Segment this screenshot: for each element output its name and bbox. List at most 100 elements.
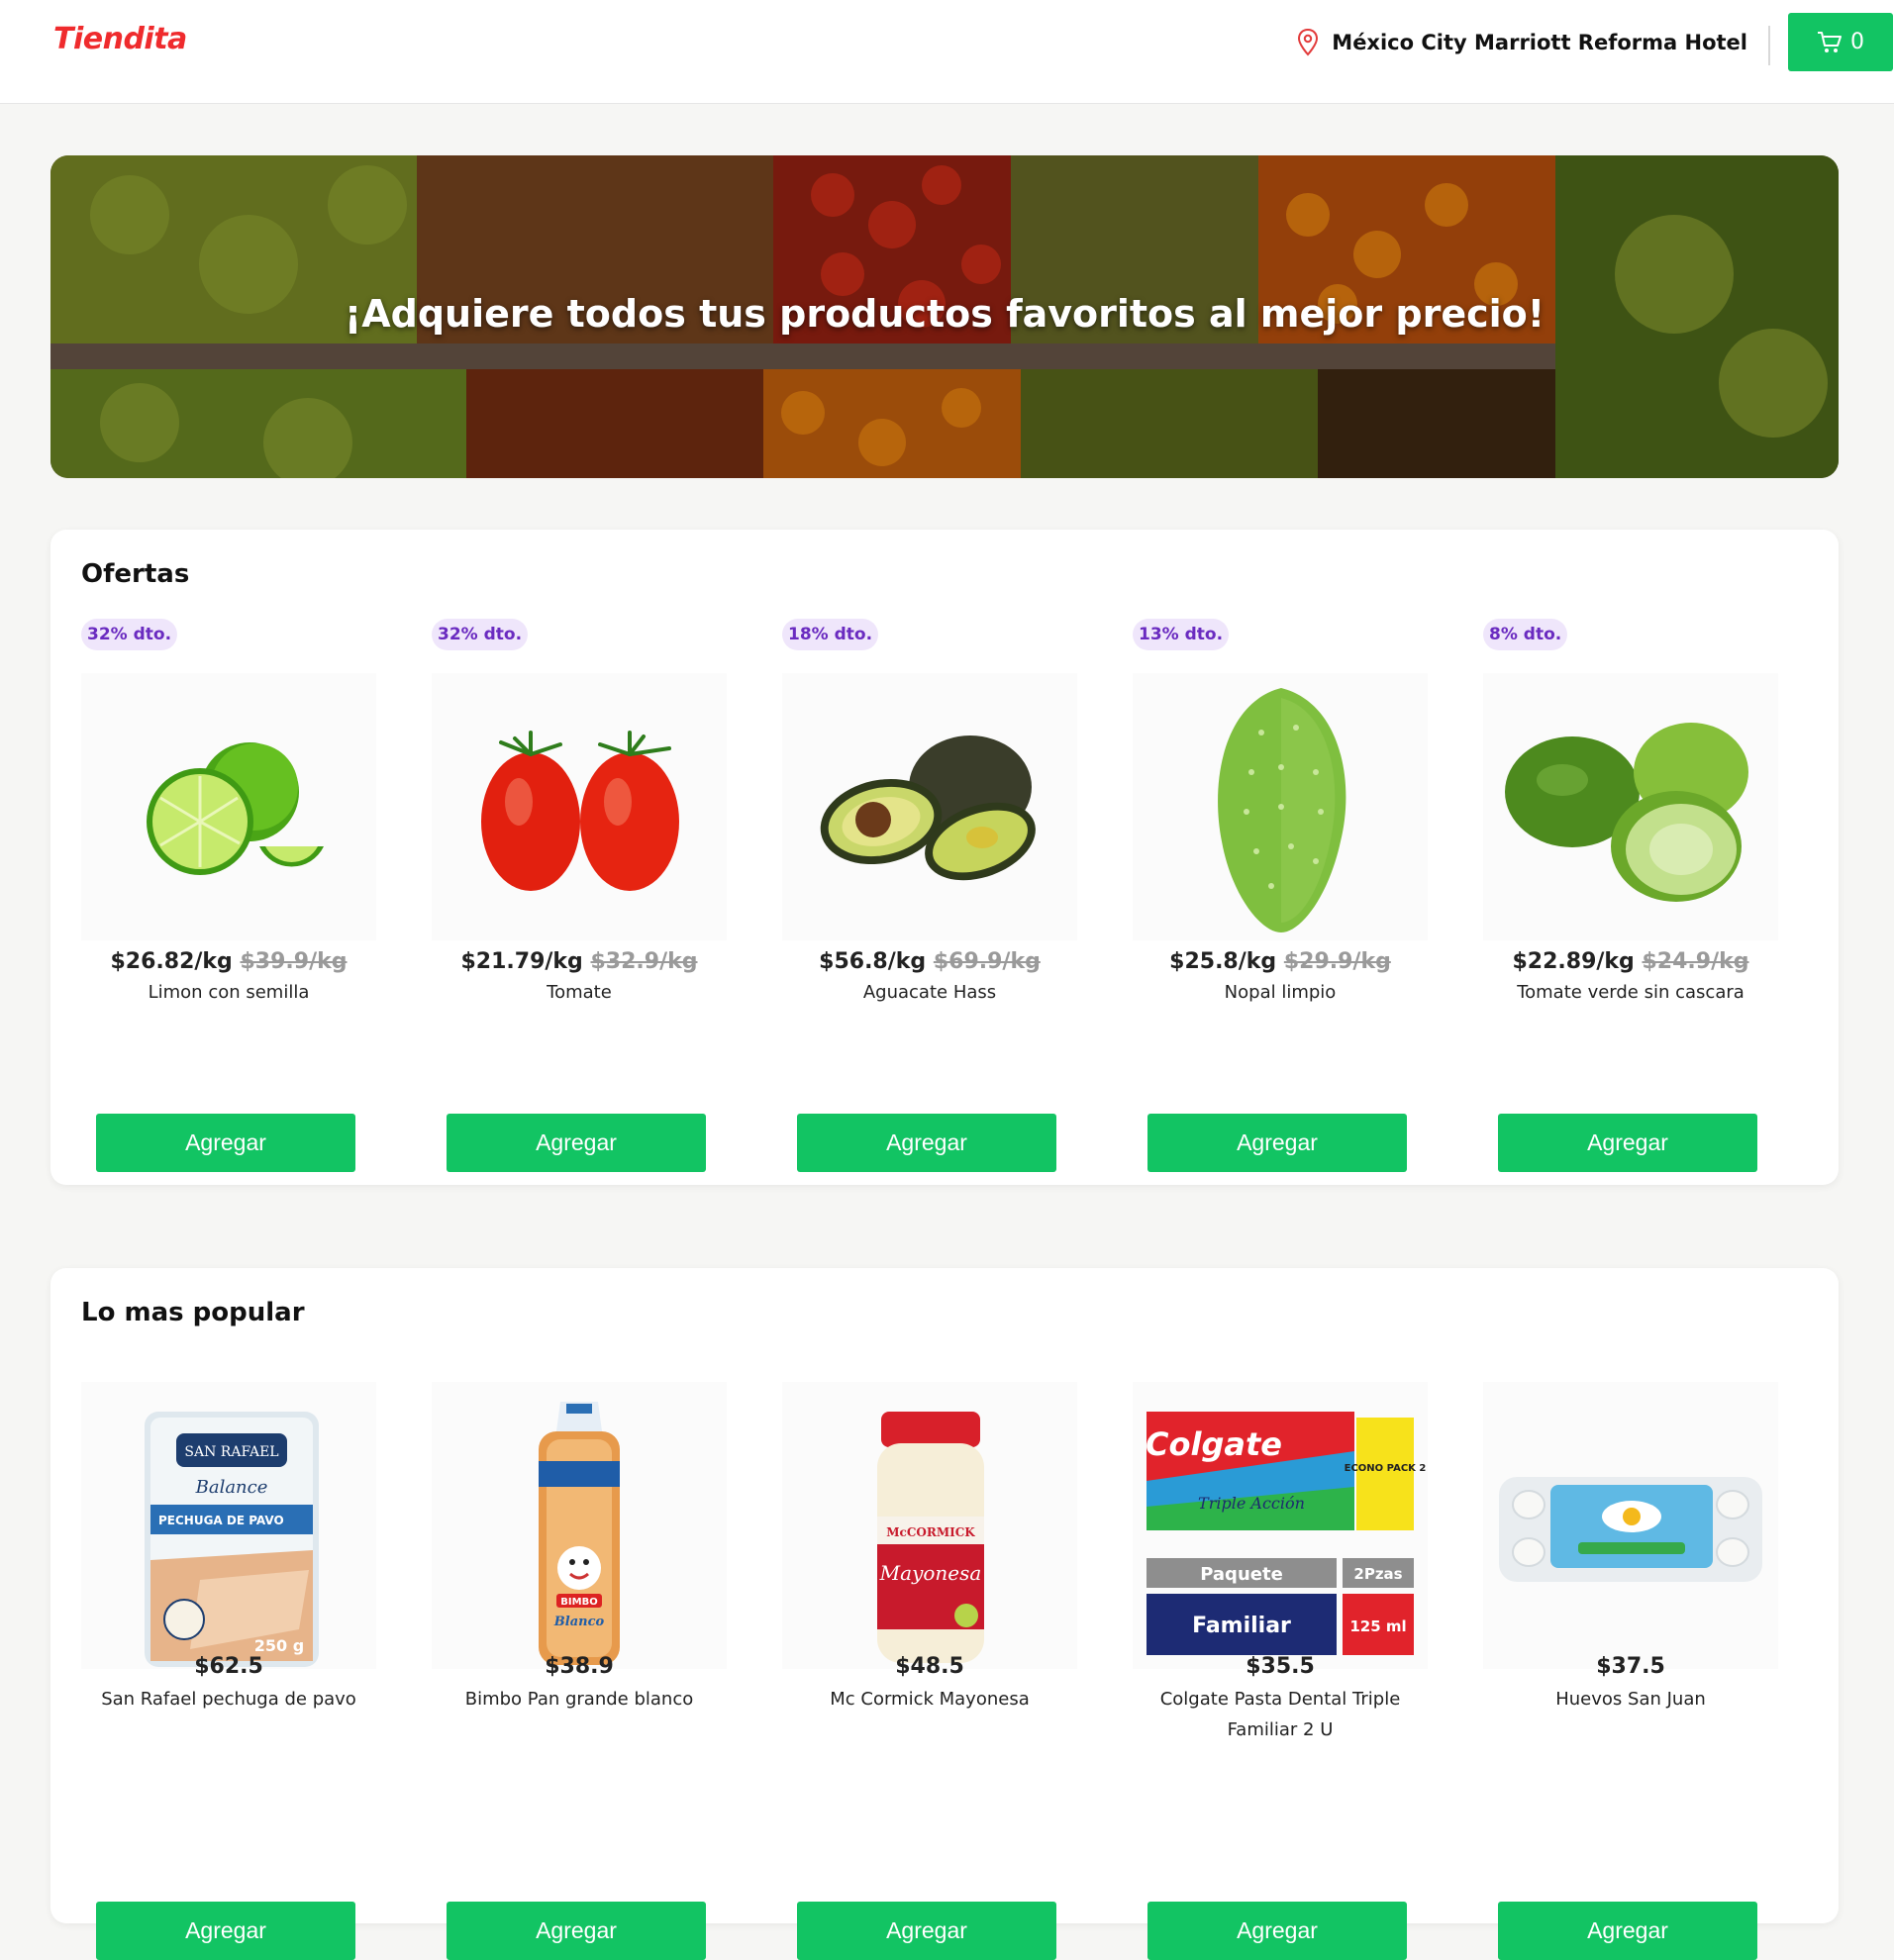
add-to-cart-button[interactable]: Agregar [447, 1902, 706, 1960]
price-line: $22.89/kg $24.9/kg [1483, 949, 1778, 974]
pack-row2: Familiar [1192, 1614, 1291, 1638]
product-image[interactable] [432, 673, 727, 940]
add-to-cart-button[interactable]: Agregar [96, 1114, 355, 1172]
price-line: $38.9 [432, 1654, 727, 1679]
pack-label: Blanco [553, 1615, 605, 1629]
tomato-image [481, 731, 679, 891]
discount-badge: 18% dto. [782, 619, 879, 650]
product-name: Colgate Pasta Dental Triple Familiar 2 U [1159, 1689, 1401, 1740]
product-card[interactable]: BIMBO Blanco $38.9 Bimbo Pan grande blan… [432, 1357, 727, 1960]
original-price: $69.9/kg [933, 949, 1041, 974]
avocado-image [820, 735, 1036, 881]
lime-image [147, 742, 324, 875]
pack-row1b: 2Pzas [1353, 1565, 1402, 1583]
product-name: Mc Cormick Mayonesa [830, 1689, 1030, 1710]
product-image[interactable] [1483, 1382, 1778, 1669]
pack-row2b: 125 ml [1349, 1617, 1406, 1635]
product-card[interactable]: 18% dto. $56.8/kg $69.9/kg Aguacate Hass [782, 619, 1077, 1173]
product-image[interactable]: SAN RAFAEL Balance PECHUGA DE PAVO 250 g [81, 1382, 376, 1669]
add-to-cart-button[interactable]: Agregar [1498, 1902, 1757, 1960]
pack-brand: Colgate [1146, 1425, 1282, 1463]
pack-weight: 250 g [254, 1636, 304, 1655]
add-to-cart-button[interactable]: Agregar [797, 1114, 1056, 1172]
product-image[interactable]: McCORMICK Mayonesa [782, 1382, 1077, 1669]
pack-label: Mayonesa [879, 1561, 982, 1585]
add-to-cart-button[interactable]: Agregar [1498, 1114, 1757, 1172]
store-logo[interactable]: Tiendita [53, 22, 187, 56]
product-card[interactable]: McCORMICK Mayonesa $48.5 Mc Cormick Mayo… [782, 1357, 1077, 1960]
bread-image: BIMBO Blanco [539, 1402, 620, 1665]
product-image[interactable]: BIMBO Blanco [432, 1382, 727, 1669]
pack-line: Triple Acción [1198, 1494, 1305, 1513]
discount-badge: 32% dto. [81, 619, 178, 650]
nopal-image [1218, 688, 1346, 932]
popular-section: Lo mas popular SAN RAFAEL Balance PECHUG… [50, 1268, 1839, 1960]
product-name: Tomate verde sin cascara [1517, 982, 1744, 1003]
add-to-cart-button[interactable]: Agregar [447, 1114, 706, 1172]
current-price: $48.5 [895, 1654, 964, 1679]
product-image[interactable] [1483, 673, 1778, 940]
map-pin-icon [1298, 28, 1319, 56]
product-image[interactable] [81, 673, 376, 940]
price-line: $37.5 [1483, 1654, 1778, 1679]
product-name: Bimbo Pan grande blanco [464, 1689, 694, 1710]
current-price: $37.5 [1596, 1654, 1665, 1679]
pack-label: PECHUGA DE PAVO [158, 1514, 284, 1527]
product-name: Huevos San Juan [1555, 1689, 1706, 1710]
location-label: México City Marriott Reforma Hotel [1332, 31, 1747, 54]
product-card[interactable]: 13% dto. $25.8/kg $29.9/kg Nopal limpio … [1133, 619, 1428, 1173]
pack-line: Balance [195, 1477, 268, 1498]
section-title: Lo mas popular [81, 1298, 305, 1327]
add-to-cart-button[interactable]: Agregar [797, 1902, 1056, 1960]
toothpaste-image: Colgate Triple Acción ECONO PACK 2 Paque… [1146, 1412, 1427, 1655]
current-price: $38.9 [545, 1654, 614, 1679]
section-title: Ofertas [81, 559, 190, 589]
popular-product-row: SAN RAFAEL Balance PECHUGA DE PAVO 250 g… [81, 1357, 1824, 1960]
original-price: $24.9/kg [1642, 949, 1749, 974]
green-tomato-image [1505, 723, 1748, 902]
product-card[interactable]: 32% dto. $26.82/kg $39.9/kg Limon con se… [81, 619, 376, 1173]
add-to-cart-button[interactable]: Agregar [1147, 1902, 1407, 1960]
product-card[interactable]: Colgate Triple Acción ECONO PACK 2 Paque… [1133, 1357, 1428, 1960]
add-to-cart-button[interactable]: Agregar [1147, 1114, 1407, 1172]
product-card[interactable]: 8% dto. $22.89/kg $24.9/kg Tomate verde … [1483, 619, 1778, 1173]
current-price: $25.8/kg [1169, 949, 1277, 974]
turkey-pack-image: SAN RAFAEL Balance PECHUGA DE PAVO 250 g [145, 1412, 319, 1667]
discount-badge: 32% dto. [432, 619, 529, 650]
product-name: San Rafael pechuga de pavo [101, 1689, 356, 1710]
cart-button[interactable]: 0 [1788, 13, 1893, 71]
price-line: $56.8/kg $69.9/kg [782, 949, 1077, 974]
original-price: $29.9/kg [1283, 949, 1391, 974]
product-image[interactable] [1133, 673, 1428, 940]
product-image[interactable]: Colgate Triple Acción ECONO PACK 2 Paque… [1133, 1382, 1428, 1669]
price-line: $62.5 [81, 1654, 376, 1679]
price-line: $25.8/kg $29.9/kg [1133, 949, 1428, 974]
price-line: $48.5 [782, 1654, 1077, 1679]
pack-badge: ECONO PACK 2 [1345, 1463, 1427, 1474]
discount-badge: 8% dto. [1483, 619, 1568, 650]
product-name: Aguacate Hass [862, 982, 997, 1003]
product-name: Nopal limpio [1224, 982, 1337, 1003]
product-name: Limon con semilla [148, 982, 310, 1003]
original-price: $39.9/kg [240, 949, 348, 974]
pack-brand: BIMBO [560, 1597, 597, 1608]
delivery-location[interactable]: México City Marriott Reforma Hotel [1296, 28, 1747, 57]
offers-product-row: 32% dto. $26.82/kg $39.9/kg Limon con se… [81, 619, 1824, 1173]
original-price: $32.9/kg [590, 949, 698, 974]
product-card[interactable]: SAN RAFAEL Balance PECHUGA DE PAVO 250 g… [81, 1357, 376, 1960]
hero-banner: ¡Adquiere todos tus productos favoritos … [50, 155, 1839, 478]
add-to-cart-button[interactable]: Agregar [96, 1902, 355, 1960]
current-price: $35.5 [1246, 1654, 1315, 1679]
hero-title: ¡Adquiere todos tus productos favoritos … [344, 292, 1545, 336]
product-card[interactable]: 32% dto. $21.79/kg $32.9/kg Tomate Agreg… [432, 619, 727, 1173]
current-price: $21.79/kg [460, 949, 583, 974]
current-price: $62.5 [194, 1654, 263, 1679]
product-card[interactable]: $37.5 Huevos San Juan Agregar [1483, 1357, 1778, 1960]
current-price: $56.8/kg [819, 949, 927, 974]
eggs-image [1499, 1477, 1762, 1582]
product-image[interactable] [782, 673, 1077, 940]
price-line: $21.79/kg $32.9/kg [432, 949, 727, 974]
pack-brand: McCORMICK [886, 1525, 975, 1539]
cart-icon [1818, 31, 1842, 52]
mayonnaise-image: McCORMICK Mayonesa [877, 1412, 984, 1663]
